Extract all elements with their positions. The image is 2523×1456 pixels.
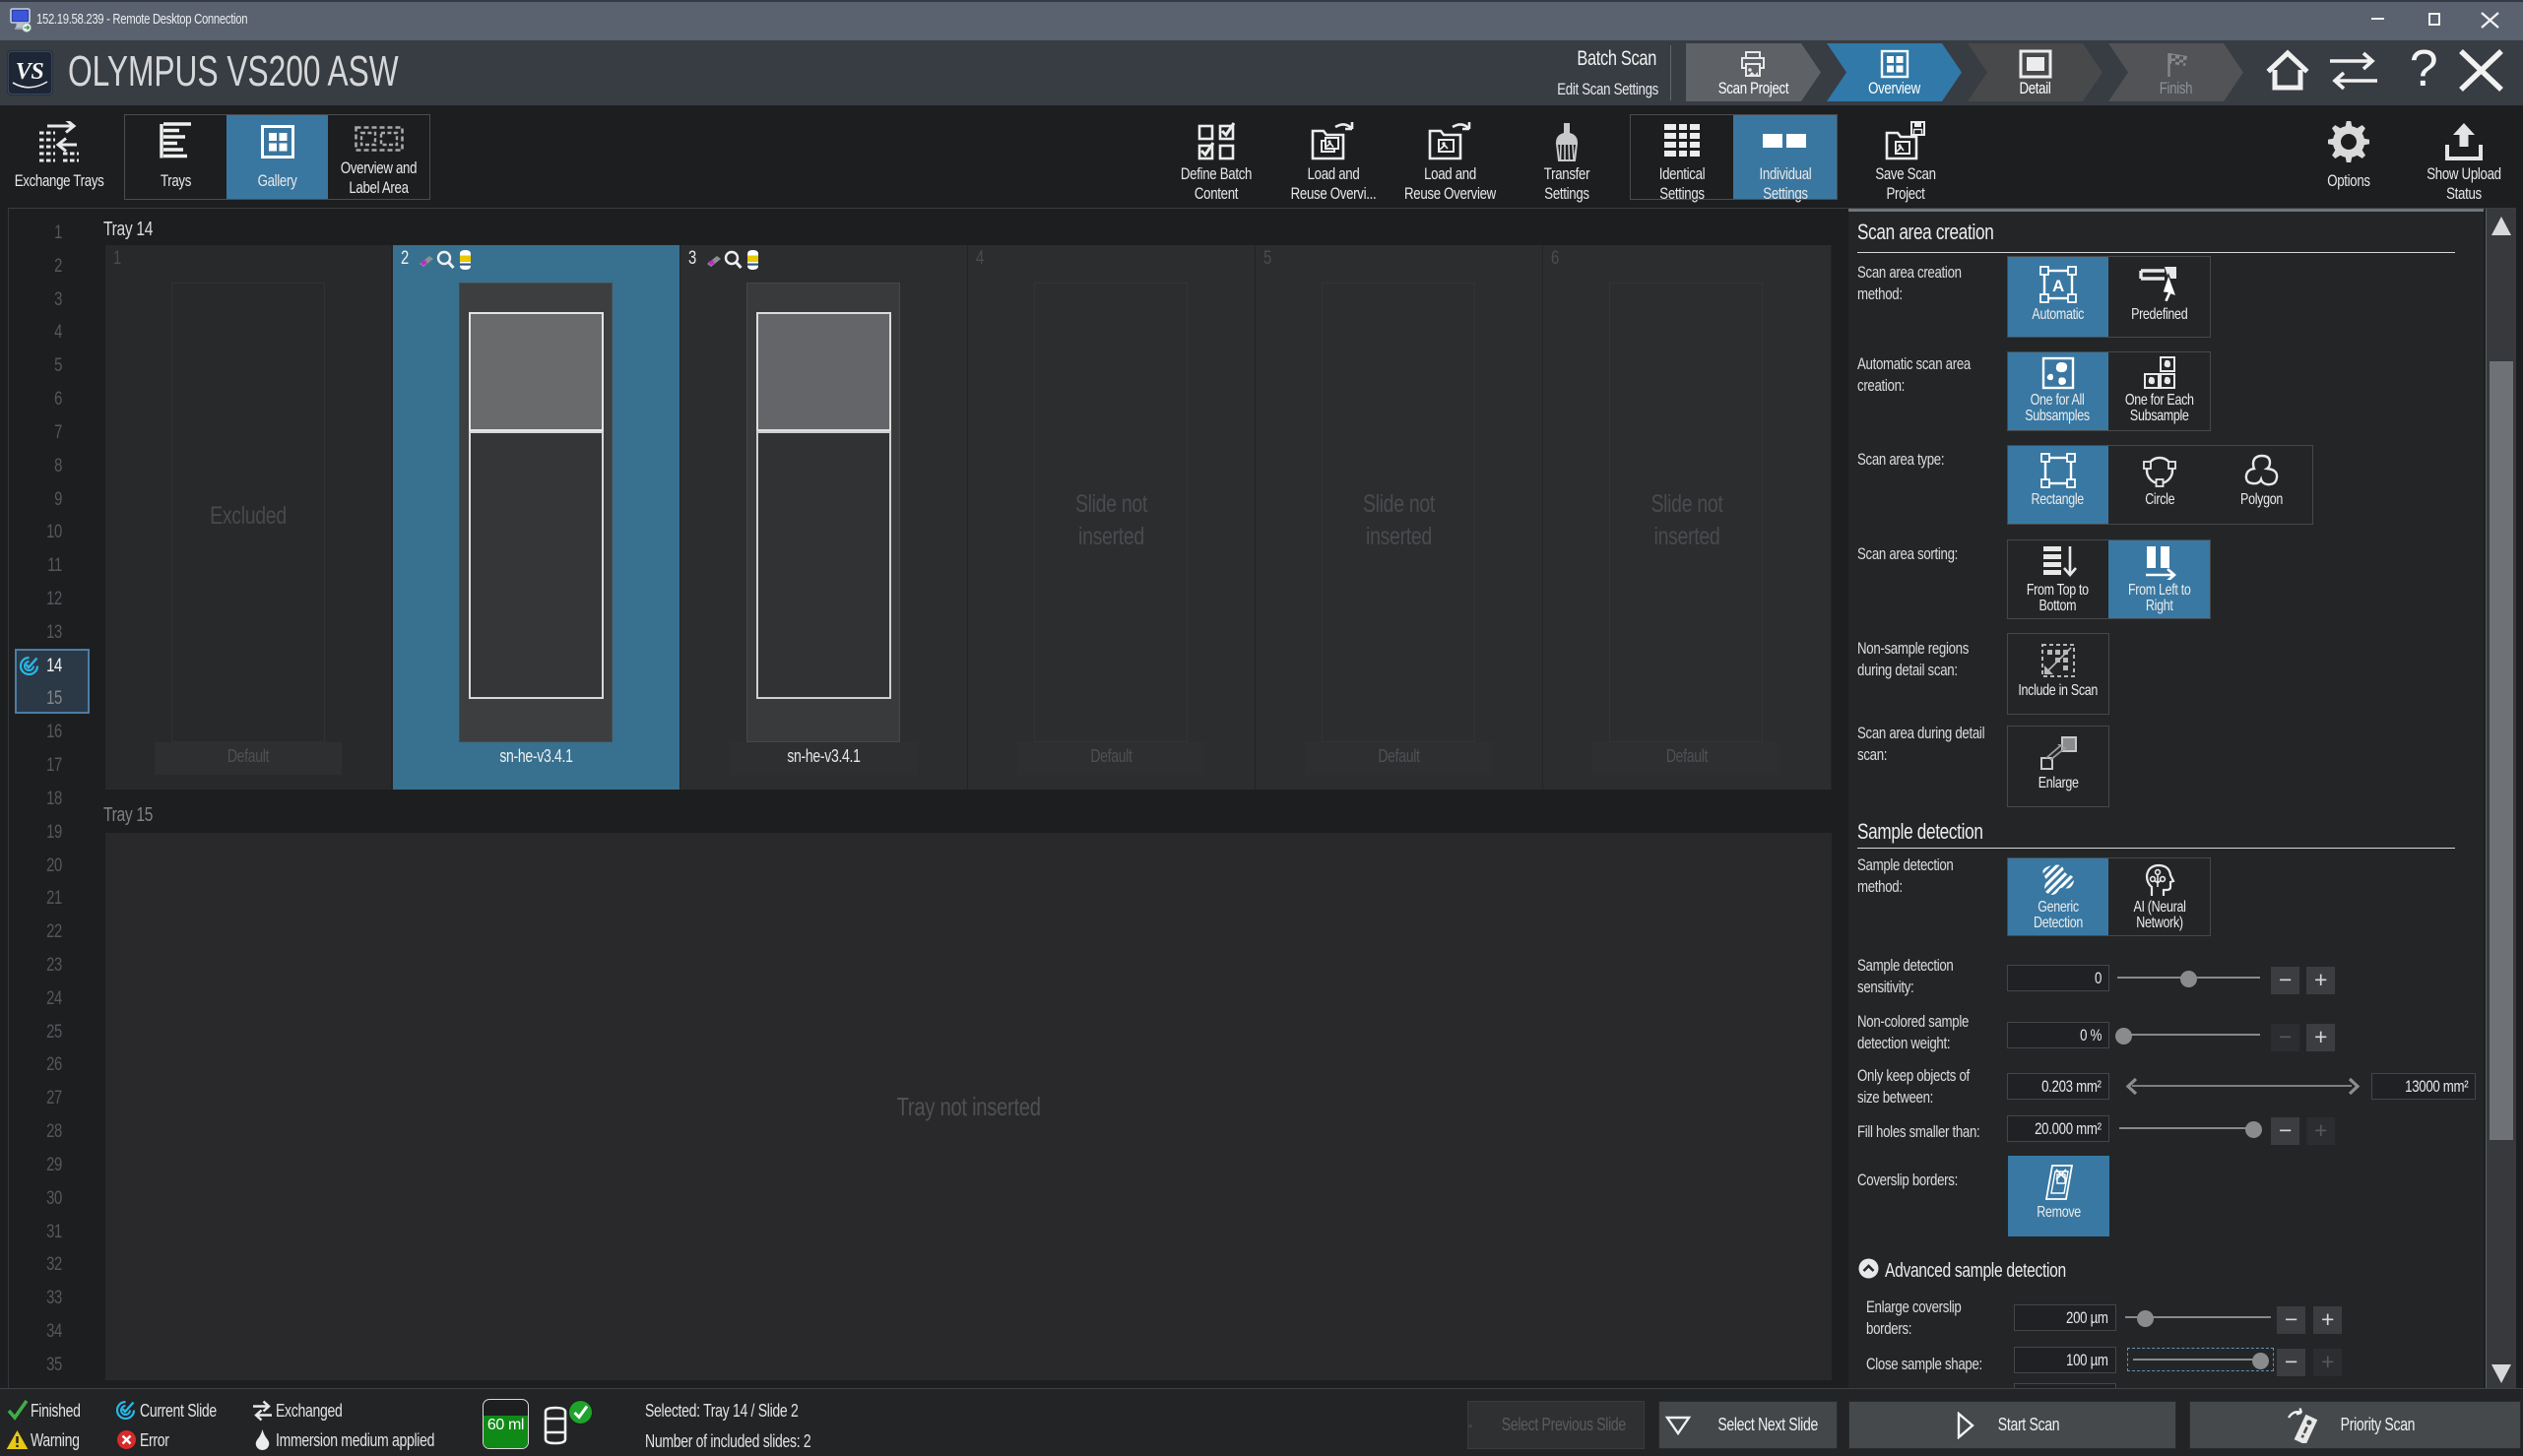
svg-text:VS: VS — [16, 59, 44, 85]
